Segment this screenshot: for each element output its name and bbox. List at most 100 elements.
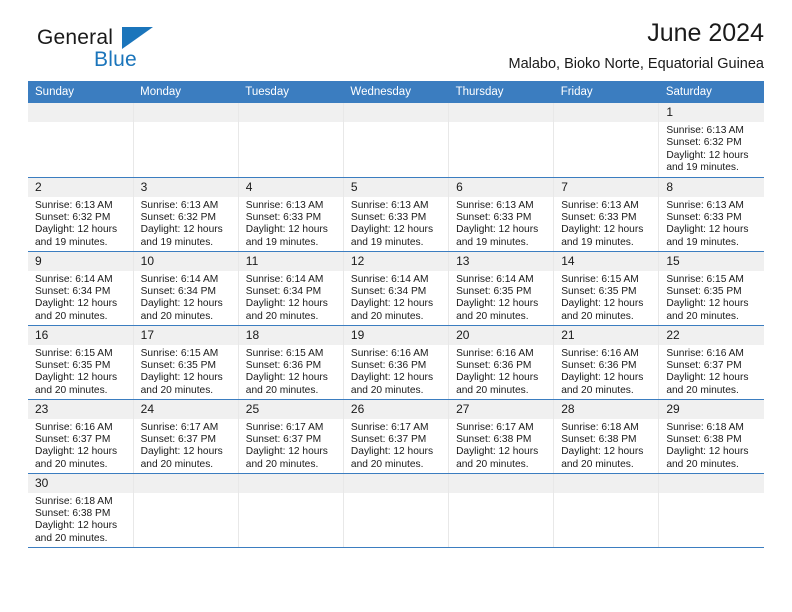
day-number [133,473,238,493]
calendar-day-cell[interactable]: 28 Sunrise: 6:18 AM Sunset: 6:38 PM Dayligh… [553,399,660,474]
day-sun-info: Sunrise: 6:16 AM Sunset: 6:36 PM Daylight:… [449,345,553,398]
calendar-day-cell[interactable]: 8 Sunrise: 6:13 AM Sunset: 6:33 PM Daylight… [658,177,764,252]
daylight-text-line2: and 20 minutes. [350,384,424,396]
calendar-day-cell-empty [343,103,450,178]
sunset-text: Sunset: 6:32 PM [666,137,742,149]
day-sun-info: Sunrise: 6:13 AM Sunset: 6:33 PM Daylight:… [239,197,343,250]
day-sun-info: Sunrise: 6:16 AM Sunset: 6:37 PM Daylight:… [659,345,764,398]
calendar-day-cell[interactable]: 10 Sunrise: 6:14 AM Sunset: 6:34 PM Dayligh… [133,251,239,326]
daylight-text-line2: and 20 minutes. [245,458,319,470]
daylight-text-line1: Daylight: 12 hours [35,298,118,310]
daylight-text-line2: and 20 minutes. [140,310,214,322]
calendar-day-cell[interactable]: 12 Sunrise: 6:14 AM Sunset: 6:34 PM Dayligh… [343,251,450,326]
daylight-text-line1: Daylight: 12 hours [35,446,118,458]
calendar-day-cell[interactable]: 17 Sunrise: 6:15 AM Sunset: 6:35 PM Dayligh… [133,325,239,400]
day-sun-info: Sunrise: 6:13 AM Sunset: 6:33 PM Daylight:… [449,197,553,250]
calendar-day-cell[interactable]: 4 Sunrise: 6:13 AM Sunset: 6:33 PM Daylight… [238,177,344,252]
calendar-day-cell[interactable]: 2 Sunrise: 6:13 AM Sunset: 6:32 PM Daylight… [28,177,134,252]
daylight-text-line1: Daylight: 12 hours [35,520,118,532]
day-number: 6 [449,177,554,197]
sunset-text: Sunset: 6:37 PM [350,433,427,445]
calendar-day-cell[interactable]: 1 Sunrise: 6:13 AM Sunset: 6:32 PM Daylight… [658,103,764,178]
calendar-day-cell-empty [448,473,555,548]
day-number: 1 [659,103,764,122]
calendar-day-cell[interactable]: 6 Sunrise: 6:13 AM Sunset: 6:33 PM Daylight… [448,177,555,252]
daylight-text-line2: and 20 minutes. [456,384,529,396]
sunset-text: Sunset: 6:35 PM [35,359,111,371]
calendar-day-cell[interactable]: 18 Sunrise: 6:15 AM Sunset: 6:36 PM Dayligh… [238,325,344,400]
day-sun-info: Sunrise: 6:14 AM Sunset: 6:35 PM Daylight:… [449,271,553,324]
day-number: 20 [449,325,554,345]
day-sun-info: Sunrise: 6:17 AM Sunset: 6:37 PM Daylight:… [134,419,238,472]
daylight-text-line2: and 20 minutes. [350,310,424,322]
calendar-day-cell[interactable]: 21 Sunrise: 6:16 AM Sunset: 6:36 PM Dayligh… [553,325,660,400]
calendar-day-cell[interactable]: 13 Sunrise: 6:14 AM Sunset: 6:35 PM Dayligh… [448,251,555,326]
calendar-day-cell[interactable]: 29 Sunrise: 6:18 AM Sunset: 6:38 PM Dayligh… [658,399,764,474]
calendar-day-cell-empty [553,103,660,178]
daylight-text-line2: and 20 minutes. [561,458,634,470]
calendar-day-cell[interactable]: 22 Sunrise: 6:16 AM Sunset: 6:37 PM Dayligh… [658,325,764,400]
day-sun-info: Sunrise: 6:15 AM Sunset: 6:35 PM Daylight:… [134,345,238,398]
sunset-text: Sunset: 6:36 PM [350,359,427,371]
triangle-icon [122,27,153,49]
day-sun-info: Sunrise: 6:13 AM Sunset: 6:33 PM Daylight:… [659,197,764,250]
day-number [554,473,659,493]
day-sun-info: Sunrise: 6:15 AM Sunset: 6:36 PM Daylight:… [239,345,343,398]
day-number: 23 [28,399,133,419]
day-sun-info: Sunrise: 6:14 AM Sunset: 6:34 PM Daylight:… [344,271,448,324]
day-sun-info: Sunrise: 6:14 AM Sunset: 6:34 PM Daylight:… [239,271,343,324]
calendar-day-cell[interactable]: 11 Sunrise: 6:14 AM Sunset: 6:34 PM Dayligh… [238,251,344,326]
sunrise-text: Sunrise: 6:13 AM [245,199,324,211]
sunset-text: Sunset: 6:35 PM [561,285,637,297]
weekday-header-sunday: Sunday [28,81,134,103]
sunrise-text: Sunrise: 6:16 AM [456,347,534,359]
general-blue-logo[interactable]: General Blue [37,26,237,82]
page-subtitle: Malabo, Bioko Norte, Equatorial Guinea [508,56,764,72]
day-number: 9 [28,251,133,271]
sunset-text: Sunset: 6:34 PM [140,285,216,297]
weekday-header-friday: Friday [553,81,659,103]
calendar-day-cell[interactable]: 14 Sunrise: 6:15 AM Sunset: 6:35 PM Dayligh… [553,251,660,326]
daylight-text-line2: and 19 minutes. [456,236,529,248]
daylight-text-line2: and 20 minutes. [35,384,108,396]
daylight-text-line2: and 19 minutes. [350,236,424,248]
day-number: 4 [238,177,343,197]
calendar-day-cell[interactable]: 26 Sunrise: 6:17 AM Sunset: 6:37 PM Dayligh… [343,399,450,474]
calendar-day-cell[interactable]: 30 Sunrise: 6:18 AM Sunset: 6:38 PM Dayligh… [28,473,134,548]
calendar-day-cell[interactable]: 5 Sunrise: 6:13 AM Sunset: 6:33 PM Daylight… [343,177,450,252]
calendar-day-cell[interactable]: 3 Sunrise: 6:13 AM Sunset: 6:32 PM Daylight… [133,177,239,252]
calendar-day-cell[interactable]: 23 Sunrise: 6:16 AM Sunset: 6:37 PM Dayligh… [28,399,134,474]
sunset-text: Sunset: 6:38 PM [561,433,637,445]
calendar-week-row: 16 Sunrise: 6:15 AM Sunset: 6:35 PM Dayligh… [28,325,764,400]
calendar-day-cell[interactable]: 24 Sunrise: 6:17 AM Sunset: 6:37 PM Dayligh… [133,399,239,474]
sunset-text: Sunset: 6:33 PM [350,211,427,223]
sunrise-text: Sunrise: 6:15 AM [140,347,219,359]
calendar-day-cell[interactable]: 25 Sunrise: 6:17 AM Sunset: 6:37 PM Dayligh… [238,399,344,474]
sunset-text: Sunset: 6:32 PM [35,211,111,223]
calendar-day-cell[interactable]: 9 Sunrise: 6:14 AM Sunset: 6:34 PM Daylight… [28,251,134,326]
day-number: 3 [133,177,238,197]
day-sun-info: Sunrise: 6:13 AM Sunset: 6:32 PM Daylight:… [28,197,133,250]
calendar-day-cell[interactable]: 7 Sunrise: 6:13 AM Sunset: 6:33 PM Daylight… [553,177,660,252]
sunrise-text: Sunrise: 6:13 AM [561,199,639,211]
sunset-text: Sunset: 6:36 PM [245,359,322,371]
calendar-day-cell[interactable]: 16 Sunrise: 6:15 AM Sunset: 6:35 PM Dayligh… [28,325,134,400]
sunrise-text: Sunrise: 6:14 AM [456,273,534,285]
calendar-day-cell-empty [658,473,764,548]
sunrise-text: Sunrise: 6:17 AM [140,421,219,433]
calendar-day-cell[interactable]: 20 Sunrise: 6:16 AM Sunset: 6:36 PM Dayligh… [448,325,555,400]
daylight-text-line1: Daylight: 12 hours [35,224,118,236]
day-sun-info: Sunrise: 6:13 AM Sunset: 6:32 PM Daylight:… [134,197,238,250]
calendar-day-cell[interactable]: 19 Sunrise: 6:16 AM Sunset: 6:36 PM Dayligh… [343,325,450,400]
sunrise-text: Sunrise: 6:15 AM [666,273,744,285]
calendar-day-cell[interactable]: 15 Sunrise: 6:15 AM Sunset: 6:35 PM Dayligh… [658,251,764,326]
daylight-text-line2: and 20 minutes. [666,310,739,322]
calendar-week-row: 9 Sunrise: 6:14 AM Sunset: 6:34 PM Daylight… [28,251,764,326]
daylight-text-line2: and 20 minutes. [561,384,634,396]
daylight-text-line1: Daylight: 12 hours [666,446,749,458]
daylight-text-line1: Daylight: 12 hours [561,298,644,310]
day-number: 15 [659,251,764,271]
sunrise-text: Sunrise: 6:13 AM [35,199,113,211]
sunrise-text: Sunrise: 6:14 AM [350,273,429,285]
calendar-day-cell[interactable]: 27 Sunrise: 6:17 AM Sunset: 6:38 PM Dayligh… [448,399,555,474]
